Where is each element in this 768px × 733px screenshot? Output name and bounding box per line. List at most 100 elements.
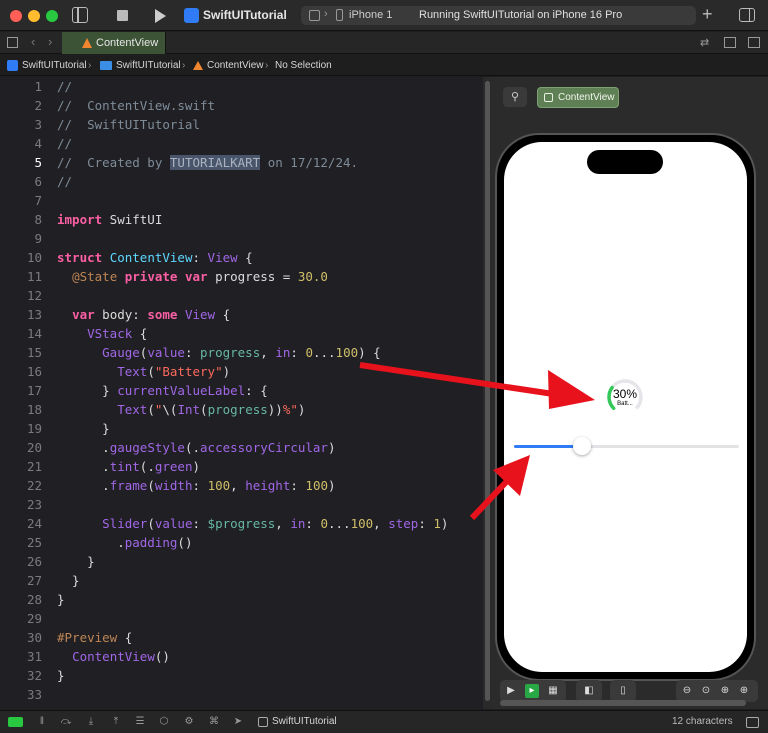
device-group: ▯ <box>610 680 636 702</box>
app-icon <box>184 8 199 23</box>
zoom-window-button[interactable] <box>46 10 58 22</box>
toggle-panel-icon[interactable] <box>746 717 759 728</box>
device-icon[interactable]: ▯ <box>616 684 630 698</box>
stop-icon[interactable] <box>117 10 128 21</box>
run-icon[interactable] <box>155 9 166 23</box>
device-name[interactable]: iPhone 1 <box>349 9 392 21</box>
code-line[interactable]: .padding() <box>57 533 192 552</box>
play-icon[interactable]: ▶ <box>504 684 518 698</box>
line-number: 26 <box>26 554 42 569</box>
step-into-icon[interactable]: ⤓ <box>85 716 97 728</box>
variants-icon[interactable]: ▦ <box>546 684 560 698</box>
simulate-icon[interactable]: ⌘ <box>208 716 220 728</box>
zoom-in-icon[interactable]: ⊕ <box>737 684 751 698</box>
device-settings-icon[interactable]: ◧ <box>582 684 596 698</box>
code-line[interactable]: } <box>57 666 65 685</box>
code-line[interactable]: // ContentView.swift <box>57 96 215 115</box>
activity-view[interactable]: › iPhone 1 Running SwiftUITutorial on iP… <box>301 6 696 25</box>
tab-contentview[interactable]: ContentView <box>62 32 166 54</box>
tab-label: ContentView <box>96 37 159 49</box>
code-line[interactable]: Gauge(value: progress, in: 0...100) { <box>57 343 381 362</box>
scheme-name[interactable]: SwiftUITutorial <box>203 8 287 22</box>
code-line[interactable]: Slider(value: $progress, in: 0...100, st… <box>57 514 448 533</box>
canvas-scrollbar[interactable] <box>500 700 746 706</box>
code-line[interactable]: Text("Battery") <box>57 362 230 381</box>
gauge-title-label: Batt... <box>617 401 633 407</box>
view-hierarchy-icon[interactable]: ☰ <box>134 716 146 728</box>
breadcrumb-group[interactable]: SwiftUITutorial <box>116 60 181 71</box>
chevron-right-icon[interactable]: › <box>48 34 52 49</box>
swift-file-icon <box>193 61 203 70</box>
preview-selector-button[interactable]: ContentView <box>537 87 619 108</box>
breadcrumb: SwiftUITutorial › SwiftUITutorial › Cont… <box>0 55 768 76</box>
code-line[interactable]: } <box>57 419 110 438</box>
code-line[interactable]: // <box>57 77 72 96</box>
preview-mode-group: ▶ ▸ ▦ <box>500 680 566 702</box>
sidebar-icon[interactable] <box>72 7 88 23</box>
code-line[interactable]: @State private var progress = 30.0 <box>57 267 328 286</box>
zoom-group: ⊖ ⊙ ⊕ ⊕ <box>676 680 758 702</box>
swap-icon[interactable]: ⇄ <box>700 36 709 49</box>
slider-thumb[interactable] <box>572 437 591 455</box>
minimize-window-button[interactable] <box>28 10 40 22</box>
zoom-fit-icon[interactable]: ⊙ <box>699 684 713 698</box>
editor-options-icon[interactable] <box>724 37 736 48</box>
editor-scrollbar[interactable] <box>483 77 492 709</box>
breadcrumb-selection[interactable]: No Selection <box>275 60 332 71</box>
code-line[interactable]: var body: some View { <box>57 305 230 324</box>
step-over-icon[interactable]: ⤼ <box>60 716 72 728</box>
gauge-value-label: 30% <box>612 387 638 401</box>
status-bar: ‖ ⤼ ⤓ ⤒ ☰ ⬡ ⚙ ⌘ ➤ SwiftUITutorial 12 cha… <box>0 710 768 733</box>
close-window-button[interactable] <box>10 10 22 22</box>
code-line[interactable]: .tint(.green) <box>57 457 200 476</box>
line-number: 7 <box>34 193 42 208</box>
code-line[interactable]: } <box>57 590 65 609</box>
code-line[interactable]: // Created by TUTORIALKART on 17/12/24. <box>57 153 358 172</box>
preview-icon <box>544 93 553 102</box>
code-line[interactable]: VStack { <box>57 324 147 343</box>
chevron-right-icon: › <box>324 8 328 20</box>
debug-area-toggle-icon[interactable] <box>8 717 23 727</box>
environment-icon[interactable]: ⚙ <box>183 716 195 728</box>
progress-slider[interactable] <box>514 437 739 455</box>
inspector-icon[interactable] <box>739 8 755 22</box>
code-line[interactable]: ContentView() <box>57 647 170 666</box>
breadcrumb-separator: › <box>88 60 92 71</box>
folder-icon <box>100 61 112 70</box>
zoom-out-icon[interactable]: ⊖ <box>680 684 694 698</box>
status-scheme: SwiftUITutorial <box>272 716 337 727</box>
code-editor[interactable]: 1 // 2 // ContentView.swift 3 // SwiftUITut… <box>0 77 483 709</box>
line-number: 12 <box>26 288 42 303</box>
grid-icon[interactable] <box>7 37 18 48</box>
plus-icon[interactable]: + <box>702 4 713 25</box>
code-line[interactable]: // <box>57 134 72 153</box>
code-line[interactable]: Text("\(Int(progress))%") <box>57 400 305 419</box>
zoom-100-icon[interactable]: ⊕ <box>718 684 732 698</box>
chevron-left-icon[interactable]: ‹ <box>31 34 35 49</box>
split-editor-icon[interactable] <box>748 37 760 48</box>
code-line[interactable]: } <box>57 571 80 590</box>
code-line[interactable]: } currentValueLabel: { <box>57 381 268 400</box>
line-number: 11 <box>26 269 42 284</box>
line-number: 17 <box>26 383 42 398</box>
code-line[interactable]: // <box>57 172 72 191</box>
step-out-icon[interactable]: ⤒ <box>110 716 122 728</box>
code-line[interactable]: import SwiftUI <box>57 210 162 229</box>
code-line[interactable]: struct ContentView: View { <box>57 248 253 267</box>
breadcrumb-project[interactable]: SwiftUITutorial <box>22 60 87 71</box>
line-number: 28 <box>26 592 42 607</box>
battery-gauge: 30% Batt... <box>606 378 644 416</box>
line-number-current: 5 <box>34 155 42 170</box>
breadcrumb-file[interactable]: ContentView <box>207 60 264 71</box>
code-line[interactable]: #Preview { <box>57 628 132 647</box>
memory-graph-icon[interactable]: ⬡ <box>158 716 170 728</box>
code-line[interactable]: .frame(width: 100, height: 100) <box>57 476 335 495</box>
code-line[interactable]: // SwiftUITutorial <box>57 115 200 134</box>
code-line[interactable]: } <box>57 552 95 571</box>
pin-icon[interactable]: ⚲ <box>503 87 527 107</box>
code-line[interactable]: .gaugeStyle(.accessoryCircular) <box>57 438 335 457</box>
line-number: 31 <box>26 649 42 664</box>
pause-icon[interactable]: ‖ <box>36 716 48 728</box>
live-preview-icon[interactable]: ▸ <box>525 684 539 698</box>
location-icon[interactable]: ➤ <box>232 716 244 728</box>
